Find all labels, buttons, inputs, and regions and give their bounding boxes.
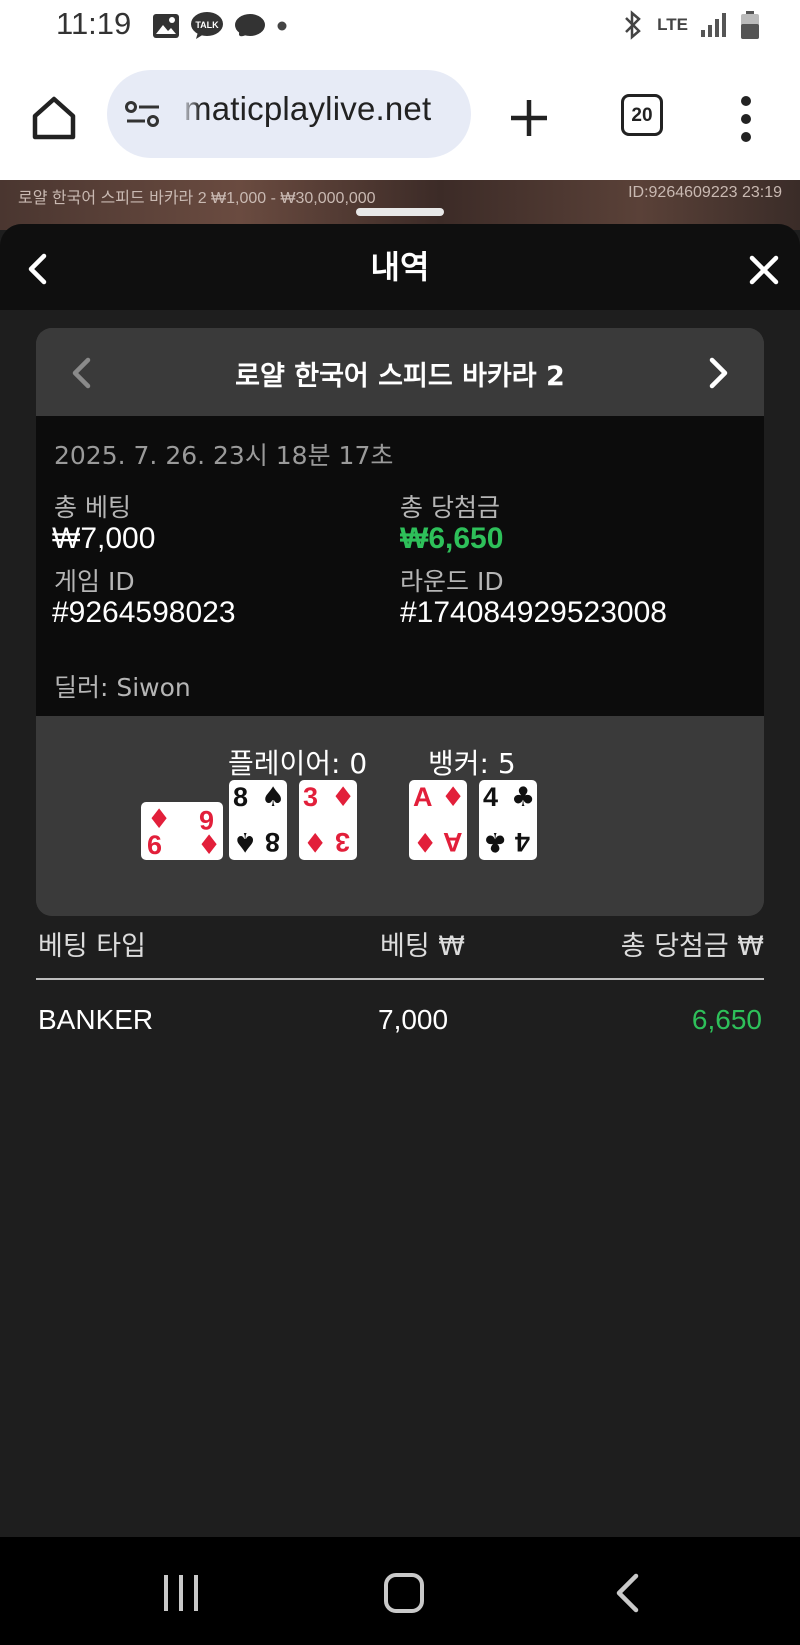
card-suit: ♣	[483, 826, 508, 857]
cards-area: 플레이어: 0 뱅커: 5 ♦ 6 6 ♦ 8 ♠ ♠ 8 3 ♦ ♦ 3 A …	[36, 716, 764, 916]
bet-type-header: 베팅 타입	[38, 931, 146, 962]
table-info-text: 로얄 한국어 스피드 바카라 2 ₩1,000 - ₩30,000,000	[18, 190, 376, 207]
round-id-value: #174084929523008	[400, 596, 667, 629]
card-rank: 8	[233, 782, 249, 812]
round-details: 2025. 7. 26. 23시 18분 17초 총 베팅 ₩7,000 총 당…	[36, 416, 764, 716]
next-chevron-icon[interactable]	[708, 356, 730, 390]
battery-icon	[741, 11, 759, 39]
system-nav-bar	[0, 1537, 800, 1645]
panel-header: 내역	[0, 224, 800, 310]
card-suit: ♦	[303, 826, 328, 857]
table-divider	[36, 978, 764, 980]
card-suit: ♠	[261, 782, 286, 813]
card-rank: 3	[303, 782, 319, 812]
player-score: 플레이어: 0	[228, 747, 368, 780]
image-icon	[153, 14, 179, 38]
card-rank: A	[443, 827, 463, 857]
total-bet-label: 총 베팅	[54, 493, 131, 522]
bet-amount-cell: 7,000	[378, 1004, 449, 1035]
card-rank: A	[413, 782, 433, 812]
session-id-text: ID:9264609223 23:19	[628, 184, 782, 201]
round-datetime: 2025. 7. 26. 23시 18분 17초	[54, 441, 394, 470]
sheet-drag-handle[interactable]	[356, 208, 444, 216]
card-rank: 6	[199, 805, 215, 835]
card-suit: ♠	[233, 826, 258, 857]
address-bar[interactable]: maticplaylive.net	[107, 70, 471, 158]
card-suit: ♦	[441, 782, 466, 813]
status-bar: 11:19 TALK LTE	[0, 0, 800, 56]
close-icon[interactable]	[748, 254, 780, 286]
signal-icon	[701, 13, 726, 37]
banker-card-2: 4 ♣ ♣ 4	[479, 780, 537, 860]
home-nav-button[interactable]	[384, 1573, 424, 1613]
total-win-label: 총 당첨금	[400, 493, 500, 522]
bet-win-header: 총 당첨금 ₩	[620, 931, 764, 962]
bet-amount-header: 베팅 ₩	[380, 931, 465, 962]
card-suit: ♦	[331, 782, 356, 813]
card-suit: ♦	[147, 804, 172, 835]
history-panel: 내역 로얄 한국어 스피드 바카라 2 2025. 7. 26. 23시 18분…	[0, 224, 800, 1537]
dot-icon	[277, 21, 287, 31]
total-win-value: ₩6,650	[400, 522, 504, 555]
back-nav-icon[interactable]	[614, 1573, 640, 1613]
card-rank: 4	[515, 827, 531, 857]
browser-toolbar: maticplaylive.net 20	[0, 56, 800, 180]
player-card-2: 8 ♠ ♠ 8	[229, 780, 287, 860]
card-rank: 3	[335, 827, 351, 857]
recent-apps-icon[interactable]	[162, 1575, 200, 1611]
round-card: 로얄 한국어 스피드 바카라 2 2025. 7. 26. 23시 18분 17…	[36, 328, 764, 916]
talk-icon: TALK	[191, 12, 223, 39]
site-settings-icon[interactable]	[125, 98, 161, 130]
banker-card-1: A ♦ ♦ A	[409, 780, 467, 860]
card-rank: 4	[483, 782, 499, 812]
more-vert-icon[interactable]	[732, 94, 760, 144]
dealer-name: 딜러: Siwon	[54, 673, 191, 702]
card-suit: ♣	[511, 782, 536, 813]
card-rank: 8	[265, 827, 281, 857]
game-title: 로얄 한국어 스피드 바카라 2	[235, 361, 565, 392]
status-time: 11:19	[56, 6, 132, 41]
card-suit: ♦	[413, 826, 438, 857]
home-icon[interactable]	[30, 94, 78, 142]
chat-icon	[235, 14, 265, 37]
round-id-label: 라운드 ID	[400, 567, 504, 596]
tab-switcher-button[interactable]: 20	[621, 94, 663, 136]
bet-type-cell: BANKER	[38, 1004, 154, 1035]
bluetooth-icon	[625, 10, 641, 40]
plus-icon[interactable]	[505, 94, 553, 142]
url-text[interactable]: maticplaylive.net	[184, 90, 431, 128]
card-rank: 6	[147, 830, 163, 860]
card-suit: ♦	[197, 830, 222, 861]
total-bet-value: ₩7,000	[52, 522, 156, 555]
game-id-value: #9264598023	[52, 596, 236, 629]
player-card-1: ♦ 6 6 ♦	[141, 802, 223, 860]
svg-text:TALK: TALK	[195, 20, 219, 30]
player-card-3: 3 ♦ ♦ 3	[299, 780, 357, 860]
bet-win-cell: 6,650	[691, 1004, 762, 1035]
panel-title: 내역	[370, 248, 430, 286]
banker-score: 뱅커: 5	[428, 747, 516, 780]
round-card-header: 로얄 한국어 스피드 바카라 2	[36, 328, 764, 416]
live-video-strip: 로얄 한국어 스피드 바카라 2 ₩1,000 - ₩30,000,000 ID…	[0, 180, 800, 230]
network-label: LTE	[657, 15, 688, 34]
game-id-label: 게임 ID	[54, 567, 135, 596]
